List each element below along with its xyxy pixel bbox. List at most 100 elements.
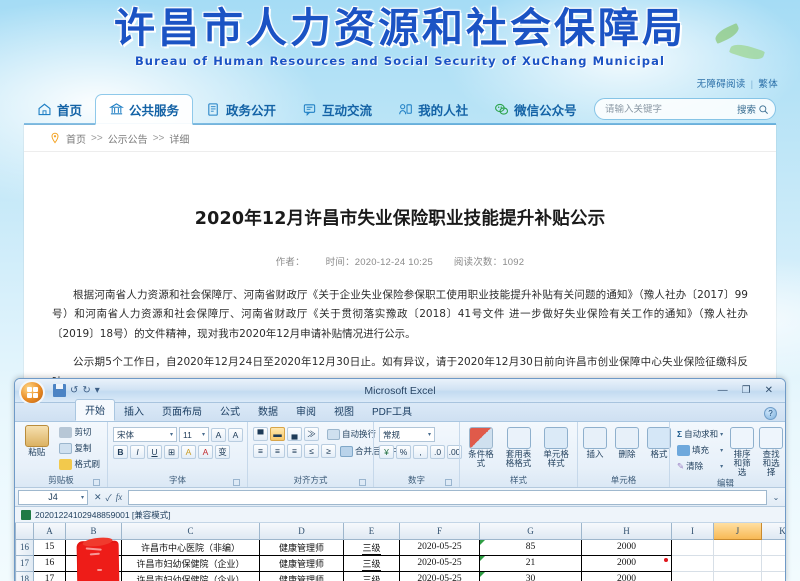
nav-item-public-service[interactable]: 公共服务 (95, 94, 194, 125)
column-header-i[interactable]: I (671, 523, 714, 540)
italic-button[interactable]: I (130, 445, 145, 459)
clipboard-dialog-launcher[interactable] (93, 479, 100, 486)
paste-button[interactable]: 粘贴 (20, 425, 53, 457)
cell-styles-button[interactable]: 单元格样式 (540, 427, 572, 468)
cell-j17[interactable] (713, 554, 762, 572)
cell-f17[interactable]: 2020-05-25 (399, 554, 480, 572)
cell-g18[interactable]: 30 (479, 570, 582, 581)
row-header[interactable]: 17 (15, 554, 34, 572)
search-box[interactable]: 搜索 (594, 98, 776, 120)
align-center-button[interactable]: ≡ (270, 444, 285, 458)
cell-i16[interactable] (671, 538, 714, 556)
fill-button[interactable]: 填充 ▾ (675, 443, 725, 457)
cell-h17[interactable]: 2000 (581, 554, 672, 572)
search-input[interactable] (605, 103, 737, 115)
office-button-icon[interactable] (19, 380, 45, 405)
minimize-button[interactable]: — (718, 385, 728, 396)
cell-k17[interactable] (761, 554, 785, 572)
align-left-button[interactable]: ≡ (253, 444, 268, 458)
font-size-select[interactable]: 11 ▾ (179, 427, 209, 442)
spreadsheet-grid[interactable]: A B C D E F G H I J K L 16 15 许昌市中心医院（非编… (15, 523, 785, 581)
cell-h18[interactable]: 2000 (581, 570, 672, 581)
accessibility-link[interactable]: 无障碍阅读 (697, 79, 746, 90)
formula-input[interactable] (128, 489, 767, 505)
cell-a17[interactable]: 16 (33, 554, 66, 572)
cell-f18[interactable]: 2020-05-25 (399, 570, 480, 581)
chevron-down-icon[interactable]: ▾ (81, 494, 84, 501)
cell-i17[interactable] (671, 554, 714, 572)
breadcrumb-item-announcements[interactable]: 公示公告 (108, 131, 148, 146)
orientation-button[interactable]: ≫ (304, 427, 319, 441)
number-format-select[interactable]: 常规 ▾ (379, 427, 435, 442)
underline-button[interactable]: U (147, 445, 162, 459)
cut-button[interactable]: 剪切 (57, 425, 102, 439)
undo-icon[interactable]: ↺ (70, 385, 78, 396)
cell-a16[interactable]: 15 (33, 538, 66, 556)
cell-k18[interactable] (761, 570, 785, 581)
delete-cells-button[interactable]: 删除 (615, 427, 639, 459)
autosum-button[interactable]: Σ 自动求和 ▾ (675, 427, 725, 441)
nav-item-interaction[interactable]: 互动交流 (289, 94, 385, 125)
column-header-k[interactable]: K (761, 523, 785, 540)
increase-font-size-button[interactable]: A (211, 427, 226, 442)
restore-button[interactable]: ❐ (742, 385, 751, 396)
close-button[interactable]: ✕ (765, 385, 773, 396)
help-icon[interactable]: ? (764, 407, 777, 420)
select-all-corner[interactable] (15, 523, 34, 540)
search-button[interactable]: 搜索 (737, 102, 769, 116)
cell-d17[interactable]: 健康管理师 (259, 554, 344, 572)
format-cells-button[interactable]: 格式 (647, 427, 671, 459)
conditional-formatting-button[interactable]: 条件格式 (465, 427, 497, 468)
number-dialog-launcher[interactable] (445, 479, 452, 486)
fill-color-button[interactable]: A (181, 445, 196, 459)
bold-button[interactable]: B (113, 445, 128, 459)
nav-item-my-hrss[interactable]: 我的人社 (385, 94, 481, 125)
clear-button[interactable]: ✎ 清除 ▾ (675, 459, 725, 473)
phonetic-guide-button[interactable]: 变 (215, 445, 230, 459)
cancel-formula-icon[interactable]: ✕ (94, 492, 102, 503)
tab-home[interactable]: 开始 (75, 399, 115, 421)
percent-style-button[interactable]: % (396, 445, 411, 459)
nav-item-government-disclosure[interactable]: 政务公开 (193, 94, 289, 125)
name-box[interactable]: J4 ▾ (18, 489, 88, 505)
cell-c17[interactable]: 许昌市妇幼保健院（企业） (121, 554, 260, 572)
cell-h16[interactable]: 2000 (581, 538, 672, 556)
cell-d16[interactable]: 健康管理师 (259, 538, 344, 556)
decrease-font-size-button[interactable]: A (228, 427, 243, 442)
nav-item-wechat[interactable]: 微信公众号 (481, 94, 590, 125)
traditional-chinese-link[interactable]: 繁体 (758, 79, 778, 90)
column-header-g[interactable]: G (479, 523, 582, 540)
tab-data[interactable]: 数据 (249, 401, 287, 421)
wrap-text-button[interactable]: 自动换行 (325, 427, 378, 441)
column-header-b[interactable]: B (65, 523, 122, 540)
tab-pdf-tools[interactable]: PDF工具 (363, 401, 421, 421)
format-as-table-button[interactable]: 套用表格格式 (503, 427, 535, 468)
cell-g16[interactable]: 85 (479, 538, 582, 556)
column-header-a[interactable]: A (33, 523, 66, 540)
customize-qat-icon[interactable]: ▾ (95, 385, 100, 396)
table-row[interactable]: 18 17 许昌市妇幼保健院（企业） 健康管理师 三级 2020-05-25 3… (15, 570, 785, 581)
cell-e18[interactable]: 三级 (343, 570, 400, 581)
font-dialog-launcher[interactable] (233, 479, 240, 486)
column-header-h[interactable]: H (581, 523, 672, 540)
borders-button[interactable]: ⊞ (164, 445, 179, 459)
cell-i18[interactable] (671, 570, 714, 581)
insert-function-icon[interactable]: fx (116, 492, 123, 502)
tab-formulas[interactable]: 公式 (211, 401, 249, 421)
column-header-e[interactable]: E (343, 523, 400, 540)
cell-g17[interactable]: 21 (479, 554, 582, 572)
column-header-f[interactable]: F (399, 523, 480, 540)
cell-j18[interactable] (713, 570, 762, 581)
row-header[interactable]: 18 (15, 570, 34, 581)
expand-formula-bar-icon[interactable]: ⌄ (770, 490, 782, 505)
tab-insert[interactable]: 插入 (115, 401, 153, 421)
cell-e16[interactable]: 三级 (343, 538, 400, 556)
column-header-j[interactable]: J (713, 523, 762, 540)
cell-f16[interactable]: 2020-05-25 (399, 538, 480, 556)
cell-d18[interactable]: 健康管理师 (259, 570, 344, 581)
table-row[interactable]: 17 16 许昌市妇幼保健院（企业） 健康管理师 三级 2020-05-25 2… (15, 554, 785, 572)
format-painter-button[interactable]: 格式刷 (57, 457, 102, 471)
breadcrumb-item-home[interactable]: 首页 (66, 131, 86, 146)
cell-a18[interactable]: 17 (33, 570, 66, 581)
comma-style-button[interactable]: , (413, 445, 428, 459)
